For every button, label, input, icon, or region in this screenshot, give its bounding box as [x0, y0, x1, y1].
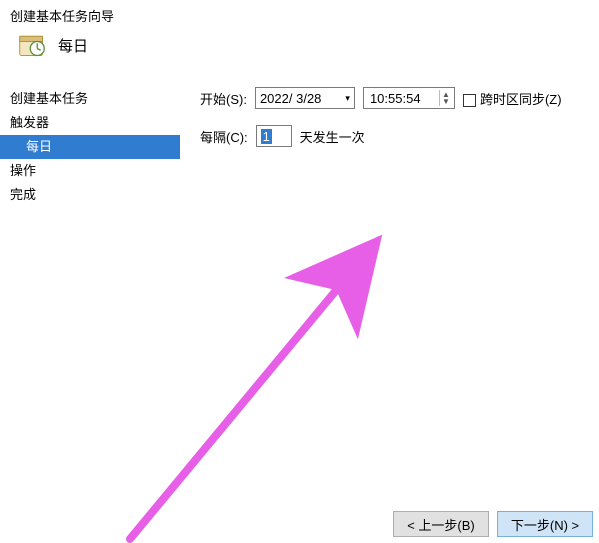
start-row: 开始(S): 2022/ 3/28 ▾ 10:55:54 ▲▼ 跨时区同步(Z) — [200, 87, 593, 109]
start-time-picker[interactable]: 10:55:54 ▲▼ — [363, 87, 455, 109]
back-button-label: < 上一步(B) — [407, 515, 475, 534]
sidebar-label: 每日 — [26, 139, 52, 154]
timezone-sync-checkbox[interactable] — [463, 94, 476, 107]
sidebar-item-daily[interactable]: 每日 — [0, 135, 180, 159]
clock-schedule-icon — [18, 31, 46, 59]
annotation-arrow — [110, 219, 410, 543]
schedule-form: 开始(S): 2022/ 3/28 ▾ 10:55:54 ▲▼ 跨时区同步(Z)… — [200, 87, 593, 163]
sidebar-item-trigger[interactable]: 触发器 — [0, 111, 180, 135]
back-button[interactable]: < 上一步(B) — [393, 511, 489, 537]
interval-input[interactable]: 1 — [256, 125, 292, 147]
page-title: 每日 — [58, 35, 88, 56]
timezone-sync-option[interactable]: 跨时区同步(Z) — [463, 89, 562, 108]
sidebar-label: 操作 — [10, 163, 36, 178]
next-button[interactable]: 下一步(N) > — [497, 511, 593, 537]
window-title: 创建基本任务向导 — [10, 9, 114, 24]
timezone-sync-label: 跨时区同步(Z) — [480, 92, 562, 107]
start-date-value: 2022/ 3/28 — [260, 91, 321, 106]
start-date-picker[interactable]: 2022/ 3/28 ▾ — [255, 87, 355, 109]
sidebar-label: 创建基本任务 — [10, 91, 88, 106]
interval-row: 每隔(C): 1 天发生一次 — [200, 125, 593, 147]
interval-suffix: 天发生一次 — [300, 127, 365, 146]
wizard-window: 创建基本任务向导 每日 创建基本任务 触发器 每日 操作 完成 开始(S): — [0, 0, 599, 543]
spinner-down-icon[interactable]: ▼ — [442, 98, 450, 105]
wizard-subheader: 每日 — [0, 27, 599, 69]
window-header: 创建基本任务向导 — [0, 0, 599, 27]
wizard-body: 创建基本任务 触发器 每日 操作 完成 开始(S): 2022/ 3/28 ▾ … — [0, 69, 599, 516]
sidebar-item-create-task[interactable]: 创建基本任务 — [0, 87, 180, 111]
start-label: 开始(S): — [200, 89, 247, 108]
interval-value: 1 — [261, 129, 272, 144]
start-time-value: 10:55:54 — [370, 91, 421, 106]
interval-label: 每隔(C): — [200, 127, 248, 146]
sidebar-item-action[interactable]: 操作 — [0, 159, 180, 183]
wizard-sidebar: 创建基本任务 触发器 每日 操作 完成 — [0, 87, 180, 207]
wizard-footer: < 上一步(B) 下一步(N) > — [393, 511, 593, 537]
time-spinner[interactable]: ▲▼ — [439, 90, 452, 106]
sidebar-item-finish[interactable]: 完成 — [0, 183, 180, 207]
sidebar-label: 触发器 — [10, 115, 49, 130]
chevron-down-icon: ▾ — [345, 93, 350, 104]
next-button-label: 下一步(N) > — [511, 515, 579, 534]
sidebar-label: 完成 — [10, 187, 36, 202]
